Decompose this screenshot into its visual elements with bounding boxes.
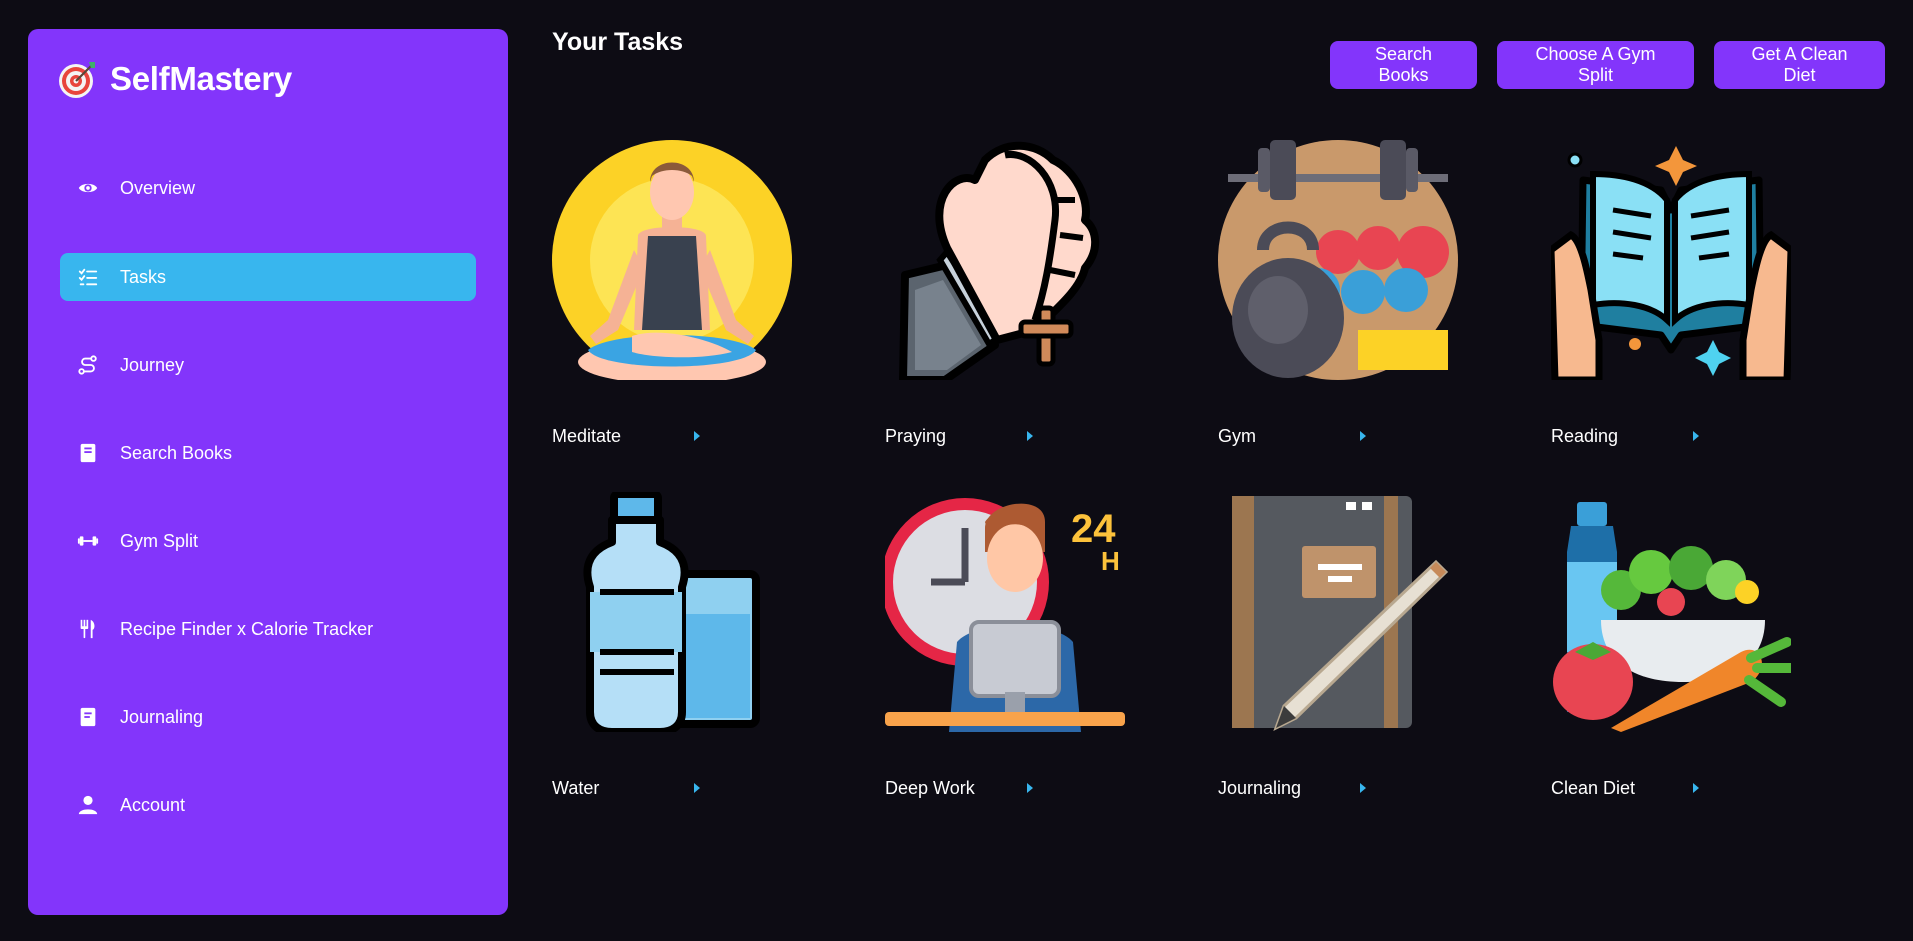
sidebar-item-journey[interactable]: Journey: [60, 341, 476, 389]
water-bottle-icon: [583, 492, 760, 732]
sidebar-item-gym-split[interactable]: Gym Split: [60, 517, 476, 565]
task-link-journaling[interactable]: Journaling: [1218, 776, 1378, 800]
sidebar-item-label: Recipe Finder x Calorie Tracker: [120, 618, 374, 639]
task-card-meditate: Meditate: [552, 140, 812, 446]
task-label: Water: [552, 777, 600, 798]
sidebar-item-label: Journaling: [120, 706, 204, 727]
sidebar-item-label: Overview: [120, 177, 196, 198]
sidebar-item-label: Journey: [120, 354, 185, 375]
salad-icon: [1553, 502, 1791, 732]
user-icon: [76, 793, 100, 817]
sidebar-item-label: Tasks: [120, 266, 167, 287]
sidebar-item-journaling[interactable]: Journaling: [60, 693, 476, 741]
task-link-meditate[interactable]: Meditate: [552, 424, 712, 448]
task-label: Deep Work: [885, 777, 975, 798]
utensils-icon: [76, 617, 100, 641]
task-card-clean-diet: Clean Diet: [1551, 492, 1811, 798]
clean-diet-button[interactable]: Get A Clean Diet: [1714, 41, 1885, 89]
sidebar-item-overview[interactable]: Overview: [60, 164, 476, 212]
svg-text:H: H: [1101, 546, 1120, 576]
caret-right-icon: [1027, 783, 1033, 793]
meditation-icon: [552, 140, 792, 380]
task-card-reading: Reading: [1551, 140, 1811, 446]
task-link-reading[interactable]: Reading: [1551, 424, 1711, 448]
sidebar-item-tasks[interactable]: Tasks: [60, 253, 476, 301]
sidebar: SelfMastery Overview Tasks Journey Searc…: [28, 29, 508, 915]
sidebar-item-account[interactable]: Account: [60, 781, 476, 829]
search-books-button[interactable]: Search Books: [1330, 41, 1477, 89]
gym-split-button[interactable]: Choose A Gym Split: [1497, 41, 1694, 89]
caret-right-icon: [1693, 431, 1699, 441]
target-icon: [59, 62, 95, 98]
task-label: Journaling: [1218, 777, 1302, 798]
task-card-gym: Gym: [1218, 140, 1478, 446]
open-book-icon: [1551, 146, 1791, 380]
caret-right-icon: [1027, 431, 1033, 441]
task-card-journaling: Journaling: [1218, 492, 1478, 798]
caret-right-icon: [1360, 431, 1366, 441]
dumbbell-icon: [76, 529, 100, 553]
sidebar-item-recipe-finder[interactable]: Recipe Finder x Calorie Tracker: [60, 605, 476, 653]
task-link-water[interactable]: Water: [552, 776, 712, 800]
sidebar-item-label: Gym Split: [120, 530, 199, 551]
caret-right-icon: [694, 783, 700, 793]
task-card-water: Water: [552, 492, 812, 798]
task-link-gym[interactable]: Gym: [1218, 424, 1378, 448]
page-title: Your Tasks: [552, 28, 684, 56]
brand[interactable]: SelfMastery: [58, 59, 292, 99]
deep-work-icon: 24 H: [885, 498, 1125, 732]
gym-weights-icon: [1218, 140, 1458, 380]
notebook-pencil-icon: [1232, 496, 1449, 732]
task-label: Clean Diet: [1551, 777, 1636, 798]
task-link-deep-work[interactable]: Deep Work: [885, 776, 1045, 800]
eye-icon: [76, 176, 100, 200]
task-label: Gym: [1218, 425, 1256, 446]
journal-icon: [76, 705, 100, 729]
checklist-icon: [76, 265, 100, 289]
task-label: Reading: [1551, 425, 1619, 446]
caret-right-icon: [694, 431, 700, 441]
sidebar-item-search-books[interactable]: Search Books: [60, 429, 476, 477]
sidebar-item-label: Search Books: [120, 442, 233, 463]
task-link-praying[interactable]: Praying: [885, 424, 1045, 448]
task-label: Praying: [885, 425, 947, 446]
praying-hands-icon: [899, 141, 1100, 380]
svg-text:24: 24: [1071, 507, 1116, 551]
task-link-clean-diet[interactable]: Clean Diet: [1551, 776, 1711, 800]
caret-right-icon: [1693, 783, 1699, 793]
sidebar-item-label: Account: [120, 794, 186, 815]
route-icon: [76, 353, 100, 377]
brand-name: SelfMastery: [110, 60, 292, 97]
caret-right-icon: [1360, 783, 1366, 793]
task-card-praying: Praying: [885, 140, 1145, 446]
book-icon: [76, 441, 100, 465]
task-card-deep-work: 24 H Deep Work: [885, 492, 1145, 798]
task-label: Meditate: [552, 425, 622, 446]
